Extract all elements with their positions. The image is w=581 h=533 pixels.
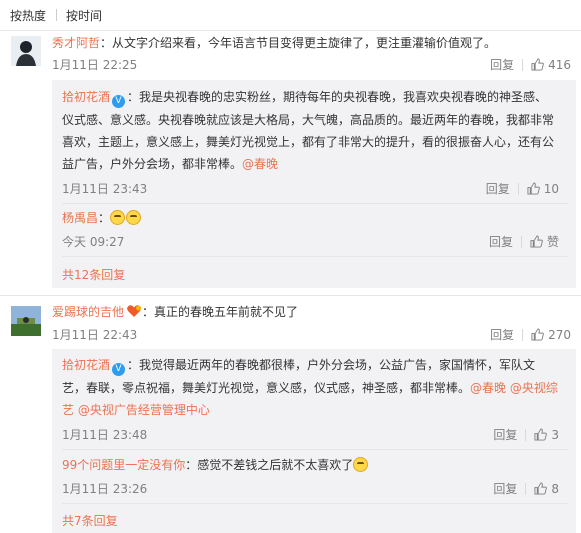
reply-text: ：感觉不差钱之后就不太喜欢了 <box>185 458 354 472</box>
reply-actions: 回复 3 <box>493 426 559 443</box>
more-replies-link[interactable]: 共12条回复 <box>62 266 125 283</box>
reply-button[interactable]: 回复 <box>490 326 514 343</box>
comment-text: ：真正的春晚五年前就不见了 <box>142 305 299 319</box>
reply-text-line: 益广告，户外分会场，都非常棒。@春晚 <box>62 156 278 172</box>
action-divider <box>517 182 519 195</box>
comment-actions: 回复 270 <box>490 326 571 343</box>
action-divider <box>520 235 522 248</box>
reply-line: 拾初花酒 V ：我是央视春晚的忠实粉丝，期待每年的央视春晚，我喜欢央视春晚的神圣感、 <box>62 89 547 108</box>
reply-username[interactable]: 杨禹昌 <box>62 211 98 225</box>
like-count: 8 <box>551 481 559 496</box>
reply-username[interactable]: 拾初花酒 <box>62 358 110 372</box>
comment-time: 1月11日 22:43 <box>52 328 138 342</box>
reply-line: 杨禹昌： <box>62 210 142 226</box>
action-divider <box>522 58 524 71</box>
verified-icon: V <box>112 363 126 376</box>
comment-time: 1月11日 22:25 <box>52 58 138 72</box>
sort-by-time[interactable]: 按时间 <box>66 7 102 24</box>
avatar[interactable] <box>11 306 41 336</box>
reply-actions: 回复 赞 <box>489 233 559 250</box>
like-count: 270 <box>548 327 571 342</box>
reply-button[interactable]: 回复 <box>486 180 510 197</box>
reply-text-line: 仪式感、意义感。央视春晚就应该是大格局，大气魄，高品质的。最近两年的春晚，我都非… <box>62 113 555 127</box>
mention-link[interactable]: 艺 @央视广告经营管理中心 <box>62 402 210 418</box>
thumbs-up-icon[interactable] <box>531 58 544 71</box>
comment-divider <box>0 295 581 296</box>
avatar[interactable] <box>11 36 41 66</box>
thumbs-up-icon[interactable] <box>531 328 544 341</box>
comment-line: 爱踢球的吉他 ：真正的春晚五年前就不见了 <box>52 304 298 320</box>
comment-username[interactable]: 秀才阿哲 <box>52 36 100 50</box>
comment-text: ：从文字介绍来看，今年语言节目变得更主旋律了，更注重灌输价值观了。 <box>100 36 497 50</box>
thumbs-up-icon[interactable] <box>530 235 543 248</box>
reply-button[interactable]: 回复 <box>493 426 517 443</box>
verified-icon: V <box>112 95 126 108</box>
comment-username[interactable]: 爱踢球的吉他 <box>52 305 124 319</box>
reply-button[interactable]: 回复 <box>490 56 514 73</box>
like-count: 3 <box>551 427 559 442</box>
reply-actions: 回复 10 <box>486 180 559 197</box>
thumbs-up-icon[interactable] <box>534 482 548 495</box>
reply-time: 1月11日 23:26 <box>62 482 148 496</box>
reply-line: 99个问题里一定没有你：感觉不差钱之后就不太喜欢了 <box>62 457 369 473</box>
reply-username[interactable]: 99个问题里一定没有你 <box>62 458 185 472</box>
like-count: 10 <box>543 181 559 196</box>
like-label: 赞 <box>546 235 559 249</box>
comment-actions: 回复 416 <box>490 56 571 73</box>
reply-username[interactable]: 拾初花酒 <box>62 90 110 104</box>
reply-divider <box>62 256 568 257</box>
reply-actions: 回复 8 <box>493 480 559 497</box>
reply-text: ：我是央视春晚的忠实粉丝，期待每年的央视春晚，我喜欢央视春晚的神圣感、 <box>127 90 548 104</box>
reply-button[interactable]: 回复 <box>493 480 517 497</box>
action-divider <box>522 328 524 341</box>
like-count: 416 <box>548 57 571 72</box>
mention-link[interactable]: @春晚 @央视综 <box>470 381 558 395</box>
mention-link[interactable]: @春晚 <box>242 157 278 171</box>
reply-time: 今天 09:27 <box>62 235 125 249</box>
comment-line: 秀才阿哲：从文字介绍来看，今年语言节目变得更主旋律了，更注重灌输价值观了。 <box>52 35 496 51</box>
thumbs-up-icon[interactable] <box>527 182 540 195</box>
reply-divider <box>62 203 568 204</box>
reply-text-line: 喜欢，主题上，意义感上，舞美灯光视觉上，都有了非常大的提升，看的很振奋人心，还有… <box>62 135 555 149</box>
action-divider <box>525 482 527 495</box>
reply-divider <box>62 449 568 450</box>
reply-text-line: 艺，春联，零点祝福，舞美灯光视觉，意义感，仪式感，神圣感，都非常棒。@春晚 @央… <box>62 380 558 396</box>
reply-text: ： <box>98 211 111 225</box>
reply-line: 拾初花酒 V ：我觉得最近两年的春晚都很棒，户外分会场，公益广告，家国情怀，军队文 <box>62 357 535 376</box>
emoji-icon <box>126 210 142 225</box>
fan-badge-icon <box>127 305 142 317</box>
reply-time: 1月11日 23:43 <box>62 182 148 196</box>
emoji-icon <box>110 210 126 225</box>
sort-by-hot[interactable]: 按热度 <box>10 7 46 24</box>
sort-bar: 按热度 按时间 <box>0 0 581 31</box>
reply-time: 1月11日 23:48 <box>62 428 148 442</box>
thumbs-up-icon[interactable] <box>534 428 548 441</box>
reply-button[interactable]: 回复 <box>489 233 513 250</box>
sort-divider <box>56 9 57 21</box>
action-divider <box>525 428 527 441</box>
emoji-icon <box>353 457 369 472</box>
reply-text: 艺，春联，零点祝福，舞美灯光视觉，意义感，仪式感，神圣感，都非常棒。 <box>62 381 471 395</box>
reply-text: 益广告，户外分会场，都非常棒。 <box>62 157 243 171</box>
reply-divider <box>62 503 568 504</box>
reply-text: ：我觉得最近两年的春晚都很棒，户外分会场，公益广告，家国情怀，军队文 <box>127 358 536 372</box>
more-replies-link[interactable]: 共7条回复 <box>62 512 118 529</box>
